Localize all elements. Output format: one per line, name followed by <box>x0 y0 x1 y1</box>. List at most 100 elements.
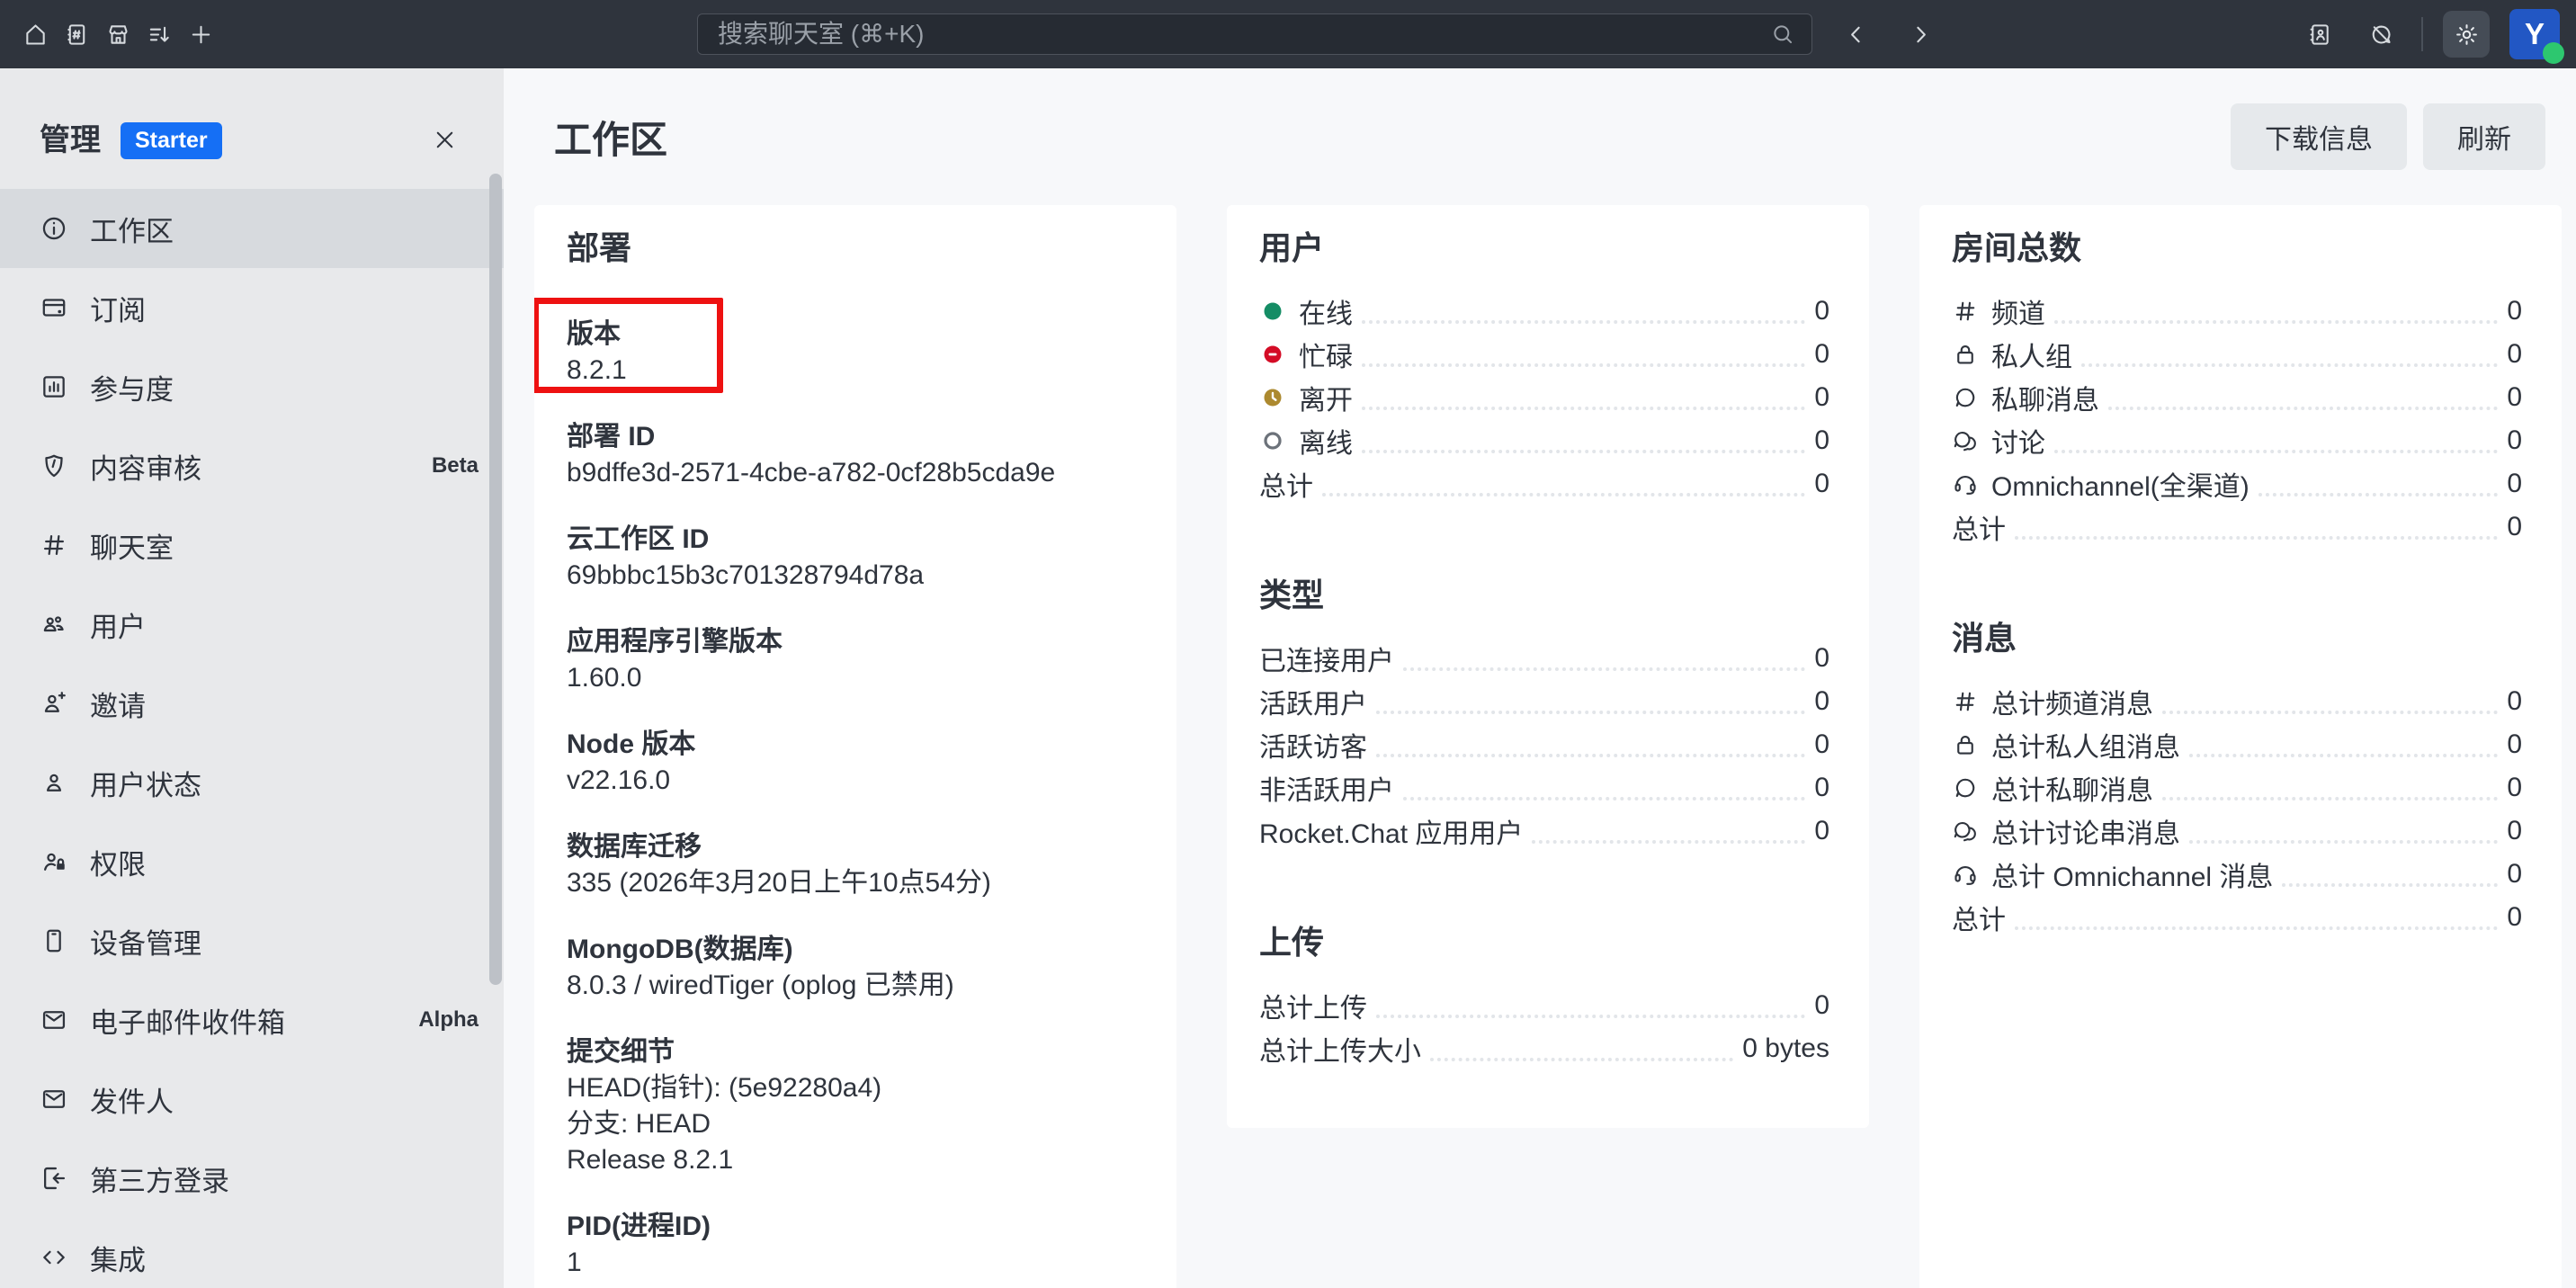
stat-row-connected-users: 已连接用户 0 <box>1259 637 1829 680</box>
sort-button[interactable] <box>139 13 180 55</box>
dotted-leader <box>1430 1058 1733 1061</box>
dotted-leader <box>1362 363 1805 367</box>
close-admin-button[interactable] <box>432 122 466 157</box>
deployment-label: PID(进程ID) <box>567 1209 1137 1245</box>
avatar[interactable]: Y <box>2509 9 2560 59</box>
dotted-leader <box>2189 840 2498 844</box>
directory-button[interactable] <box>56 13 97 55</box>
admin-settings-button[interactable] <box>2443 11 2490 58</box>
sidebar-item-label: 内容审核 <box>90 446 410 487</box>
sidebar-item-device-management[interactable]: 设备管理 <box>0 901 504 980</box>
dotted-leader <box>1362 450 1805 453</box>
dotted-leader <box>1362 407 1805 410</box>
card-icon <box>40 293 68 322</box>
status-away-icon <box>1259 384 1286 411</box>
bar-chart-icon <box>40 372 68 401</box>
topbar-divider <box>2421 17 2423 51</box>
stat-value: 0 <box>1814 990 1829 1021</box>
sidebar-item-engagement[interactable]: 参与度 <box>0 347 504 426</box>
sidebar-item-workspace[interactable]: 工作区 <box>0 189 504 268</box>
deployment-value: Release 8.2.1 <box>567 1142 1137 1178</box>
dotted-leader <box>1403 797 1805 801</box>
history-forward-button[interactable] <box>1900 13 1941 55</box>
dotted-leader <box>2015 926 2498 930</box>
status-offline-icon <box>1259 427 1286 454</box>
sidebar-item-moderation[interactable]: 内容审核 Beta <box>0 426 504 505</box>
code-icon <box>40 1243 68 1272</box>
stat-row-active-guests: 活跃访客 0 <box>1259 723 1829 766</box>
status-online-icon <box>1259 298 1286 325</box>
stat-row-online: 在线 0 <box>1259 290 1829 333</box>
status-busy-icon <box>1259 341 1286 368</box>
deployment-value: HEAD(指针): (5e92280a4) <box>567 1070 1137 1106</box>
headset-icon <box>1952 861 1979 888</box>
admin-nav: 工作区 订阅 参与度 内容审核 Beta 聊天室 用户 邀请 用户 <box>0 189 504 1288</box>
sidebar-item-label: 发件人 <box>90 1079 479 1120</box>
totals-card: 房间总数 频道 0 私人组 0 私聊消息 0 讨论 <box>1919 205 2562 1288</box>
deployment-item-cloud-workspace-id: 云工作区 ID 69bbbc15b3c701328794d78a <box>567 522 1137 594</box>
sidebar-item-permissions[interactable]: 权限 <box>0 822 504 901</box>
contacts-button[interactable] <box>2299 13 2340 55</box>
stat-row-total-uploads: 总计上传 0 <box>1259 984 1829 1027</box>
deployment-value: 1 <box>567 1245 1137 1281</box>
lock-icon <box>1952 731 1979 758</box>
sidebar-item-label: 订阅 <box>90 288 479 328</box>
chat-disabled-button[interactable] <box>2360 13 2402 55</box>
stat-value: 0 <box>1814 816 1829 846</box>
stat-value: 0 <box>2507 902 2522 933</box>
deployment-item-version: 版本 8.2.1 <box>567 317 1137 389</box>
section-title-types: 类型 <box>1259 574 1829 617</box>
search-bar[interactable] <box>697 13 1812 55</box>
stat-row-messages-total: 总计 0 <box>1952 896 2522 939</box>
team-icon <box>40 610 68 639</box>
sidebar-item-integrations[interactable]: 集成 <box>0 1218 504 1288</box>
dotted-leader <box>1376 1015 1805 1018</box>
dotted-leader <box>2189 754 2498 757</box>
directory-icon <box>64 22 90 48</box>
dotted-leader <box>2282 883 2498 887</box>
refresh-button[interactable]: 刷新 <box>2423 103 2545 170</box>
deployment-item-node-version: Node 版本 v22.16.0 <box>567 727 1137 799</box>
stat-row-direct-messages: 私聊消息 0 <box>1952 376 2522 419</box>
marketplace-icon <box>105 22 131 48</box>
dotted-leader <box>2081 363 2498 367</box>
history-back-button[interactable] <box>1835 13 1876 55</box>
section-title-total-rooms: 房间总数 <box>1952 227 2522 270</box>
sort-icon <box>147 22 173 48</box>
download-info-button[interactable]: 下载信息 <box>2231 103 2407 170</box>
sidebar-item-user-status[interactable]: 用户状态 <box>0 743 504 822</box>
home-button[interactable] <box>14 13 56 55</box>
info-circle-icon <box>40 214 68 243</box>
stat-value: 0 <box>2507 686 2522 717</box>
deployment-value: 8.2.1 <box>567 353 1137 389</box>
create-new-button[interactable] <box>180 13 221 55</box>
stat-value: 0 <box>2507 816 2522 846</box>
stat-value: 0 <box>2507 296 2522 326</box>
sidebar-item-users[interactable]: 用户 <box>0 585 504 664</box>
sidebar-item-email-inboxes[interactable]: 电子邮件收件箱 Alpha <box>0 980 504 1060</box>
deployment-item-deployment-id: 部署 ID b9dffe3d-2571-4cbe-a782-0cf28b5cda… <box>567 419 1137 491</box>
deployment-value: b9dffe3d-2571-4cbe-a782-0cf28b5cda9e <box>567 455 1137 491</box>
address-book-icon <box>2307 22 2333 48</box>
workspace-content: 部署 版本 8.2.1 部署 ID b9dffe3d-2571-4cbe-a78… <box>534 205 2562 1288</box>
sidebar-item-third-party-login[interactable]: 第三方登录 <box>0 1139 504 1218</box>
marketplace-button[interactable] <box>97 13 139 55</box>
sidebar-item-subscription[interactable]: 订阅 <box>0 268 504 347</box>
dotted-leader <box>1532 840 1805 844</box>
sidebar-item-mailer[interactable]: 发件人 <box>0 1060 504 1139</box>
sidebar-item-label: 工作区 <box>90 209 479 249</box>
stat-value: 0 <box>1814 643 1829 674</box>
deployment-value: 8.0.3 / wiredTiger (oplog 已禁用) <box>567 968 1137 1004</box>
sidebar-item-label: 第三方登录 <box>90 1158 479 1199</box>
stat-value: 0 <box>1814 729 1829 760</box>
stat-row-private-groups: 私人组 0 <box>1952 333 2522 376</box>
stat-row-omnichannel: Omnichannel(全渠道) 0 <box>1952 462 2522 505</box>
search-input[interactable] <box>698 14 1770 54</box>
usage-card: 用户 在线 0 忙碌 0 离开 0 离线 <box>1227 205 1869 1128</box>
dotted-leader <box>1376 711 1805 714</box>
sidebar-scrollbar[interactable] <box>489 174 502 985</box>
dotted-leader <box>2162 711 2498 714</box>
sidebar-item-rooms[interactable]: 聊天室 <box>0 505 504 585</box>
sidebar-item-invites[interactable]: 邀请 <box>0 664 504 743</box>
stat-row-total-private-group-messages: 总计私人组消息 0 <box>1952 723 2522 766</box>
